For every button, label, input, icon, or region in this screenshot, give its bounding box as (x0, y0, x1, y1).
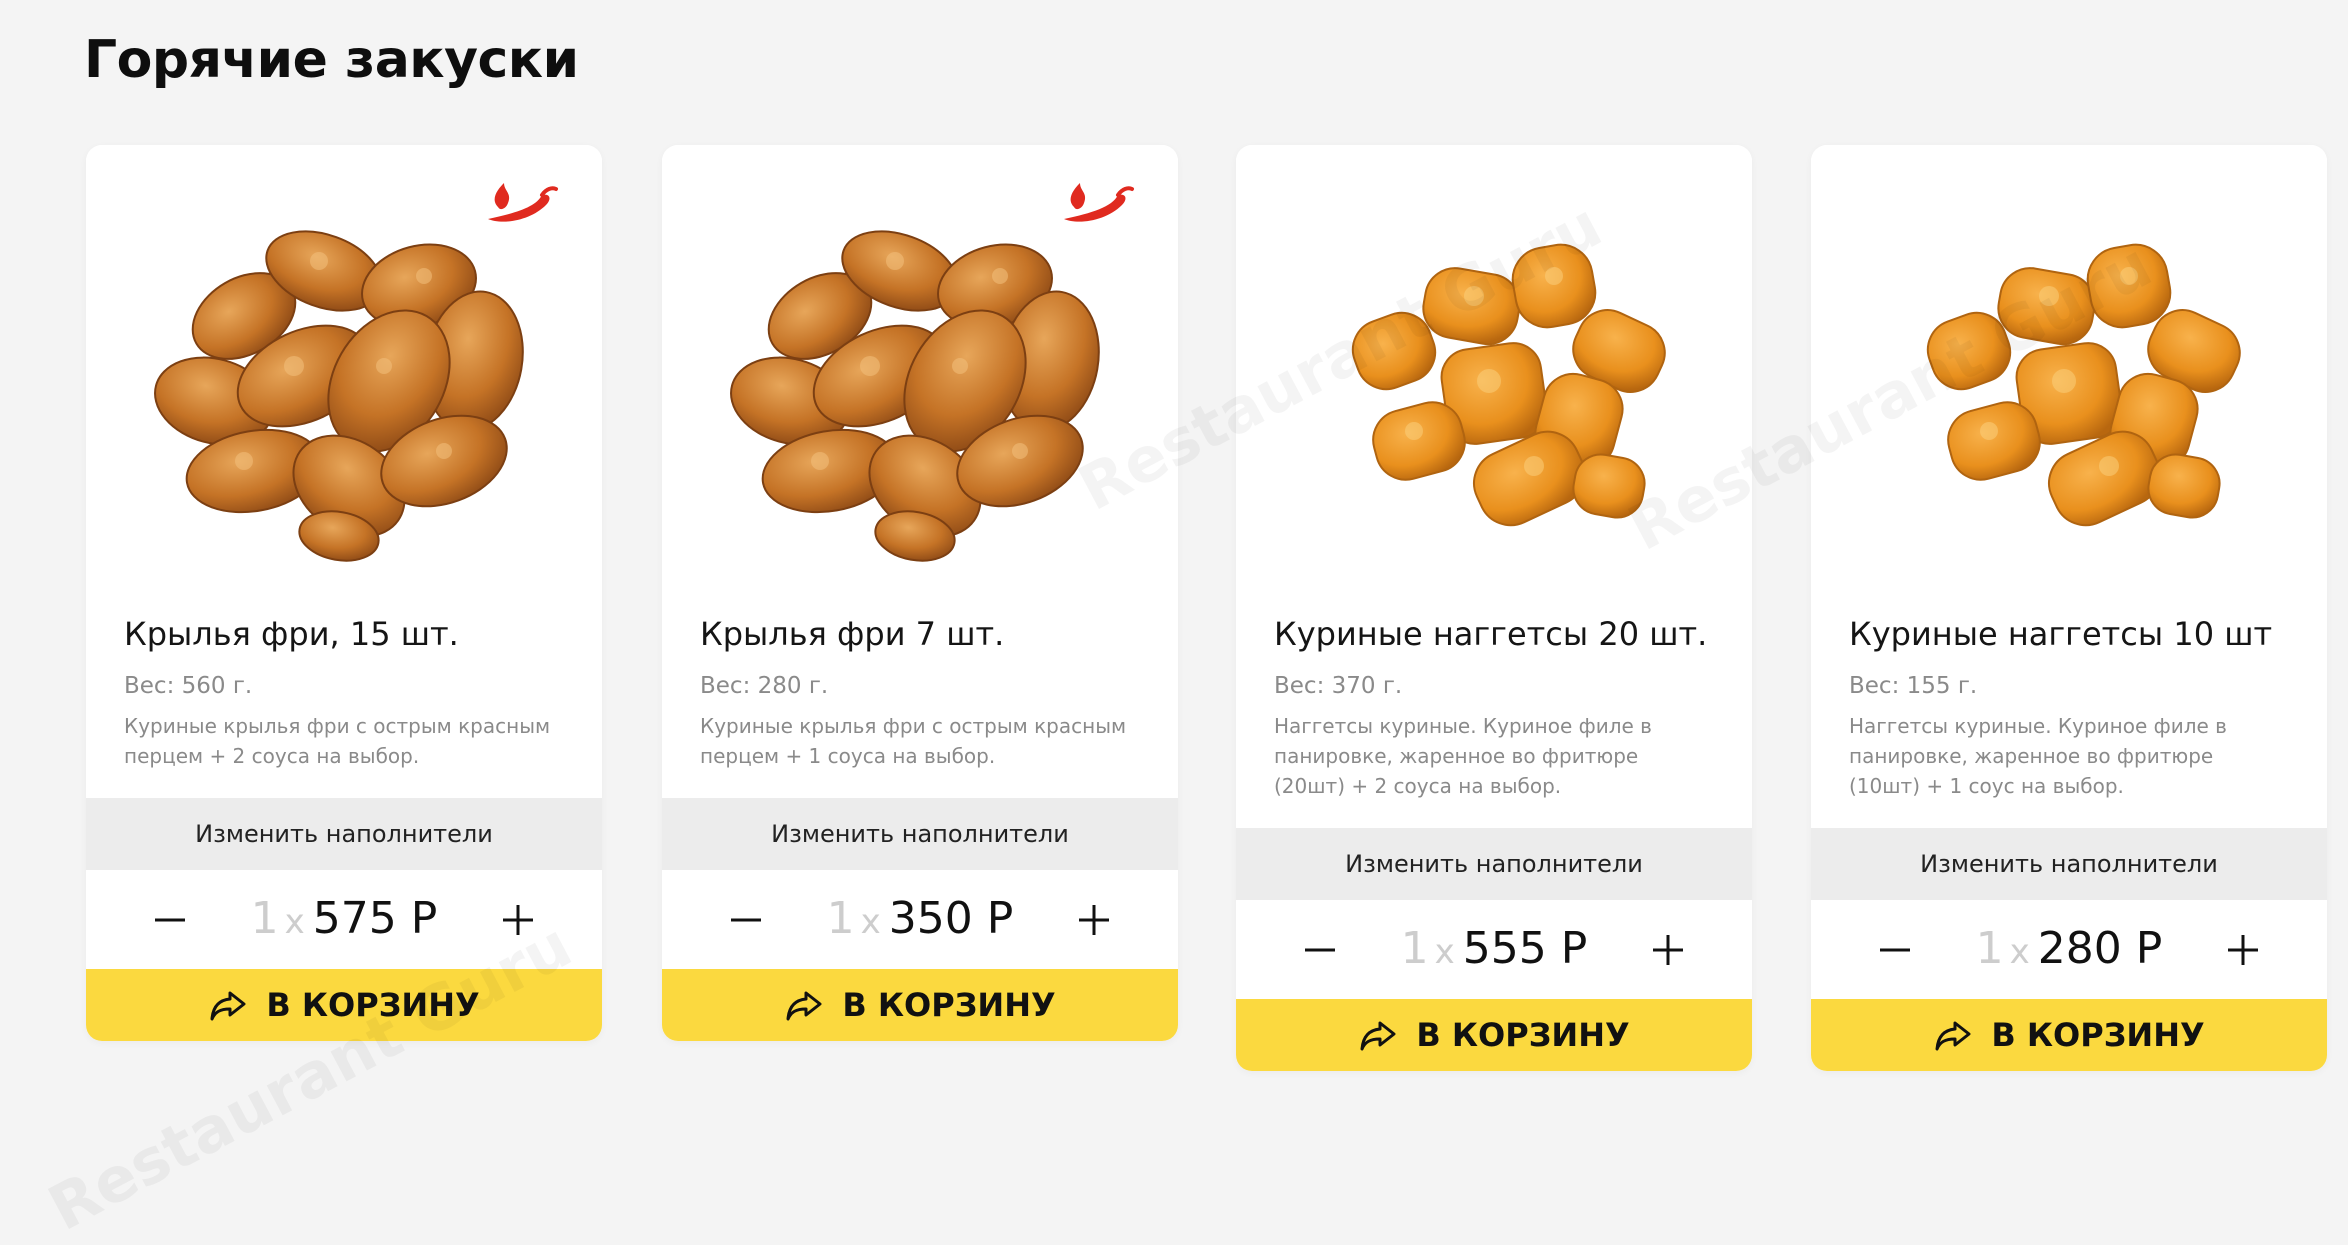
decrease-button[interactable] (716, 890, 776, 950)
product-card: Куриные наггетсы 10 шт Вес: 155 г. Нагге… (1811, 145, 2327, 1071)
spicy-pepper-icon (480, 181, 560, 229)
product-title: Куриные наггетсы 10 шт (1849, 615, 2273, 653)
spicy-pepper-icon (1056, 181, 1136, 229)
modify-fillings-button[interactable]: Изменить наполнители (1811, 828, 2327, 900)
increase-button[interactable] (2213, 920, 2273, 980)
product-card: Крылья фри, 15 шт. Вес: 560 г. Куриные к… (86, 145, 602, 1041)
share-arrow-icon (784, 985, 824, 1025)
product-card: Куриные наггетсы 20 шт. Вес: 370 г. Нагг… (1236, 145, 1752, 1071)
plus-icon (503, 905, 533, 935)
add-to-cart-label: В КОРЗИНУ (842, 986, 1056, 1024)
product-image[interactable] (86, 145, 602, 597)
plus-icon (1653, 935, 1683, 965)
product-price: 350 Р (888, 892, 1014, 944)
product-weight: Вес: 280 г. (700, 673, 829, 699)
increase-button[interactable] (1638, 920, 1698, 980)
minus-icon (1880, 948, 1910, 952)
quantity-value: 1 (826, 892, 855, 944)
product-description: Куриные крылья фри с острым красным перц… (124, 714, 551, 768)
times-sign: x (860, 901, 881, 942)
product-description: Наггетсы куриные. Куриное филе в паниров… (1274, 714, 1652, 798)
plus-icon (1079, 905, 1109, 935)
chicken-wings-icon (710, 176, 1130, 566)
minus-icon (1305, 948, 1335, 952)
decrease-button[interactable] (1290, 920, 1350, 980)
chicken-wings-icon (134, 176, 554, 566)
quantity-value: 1 (250, 892, 279, 944)
modify-fillings-button[interactable]: Изменить наполнители (662, 798, 1178, 870)
product-card: Крылья фри 7 шт. Вес: 280 г. Куриные кры… (662, 145, 1178, 1041)
product-title: Куриные наггетсы 20 шт. (1274, 615, 1708, 653)
product-weight: Вес: 155 г. (1849, 673, 1978, 699)
add-to-cart-button[interactable]: В КОРЗИНУ (86, 969, 602, 1041)
share-arrow-icon (1933, 1015, 1973, 1055)
add-to-cart-button[interactable]: В КОРЗИНУ (662, 969, 1178, 1041)
quantity-stepper: 1 x 350 Р (662, 870, 1178, 970)
product-description: Наггетсы куриные. Куриное филе в паниров… (1849, 714, 2227, 798)
add-to-cart-label: В КОРЗИНУ (1416, 1016, 1630, 1054)
section-title: Горячие закуски (84, 30, 579, 90)
product-image[interactable] (662, 145, 1178, 597)
plus-icon (2228, 935, 2258, 965)
chicken-nuggets-icon (1284, 176, 1704, 566)
quantity-value: 1 (1400, 922, 1429, 974)
add-to-cart-label: В КОРЗИНУ (1991, 1016, 2205, 1054)
modify-fillings-button[interactable]: Изменить наполнители (1236, 828, 1752, 900)
quantity-value: 1 (1975, 922, 2004, 974)
product-image[interactable] (1811, 145, 2327, 597)
product-description: Куриные крылья фри с острым красным перц… (700, 714, 1127, 768)
add-to-cart-label: В КОРЗИНУ (266, 986, 480, 1024)
times-sign: x (1434, 931, 1455, 972)
quantity-stepper: 1 x 280 Р (1811, 900, 2327, 1000)
quantity-stepper: 1 x 555 Р (1236, 900, 1752, 1000)
add-to-cart-button[interactable]: В КОРЗИНУ (1811, 999, 2327, 1071)
product-price: 280 Р (2037, 922, 2163, 974)
decrease-button[interactable] (140, 890, 200, 950)
minus-icon (155, 918, 185, 922)
times-sign: x (284, 901, 305, 942)
minus-icon (731, 918, 761, 922)
share-arrow-icon (208, 985, 248, 1025)
product-title: Крылья фри 7 шт. (700, 615, 1005, 653)
product-price: 555 Р (1462, 922, 1588, 974)
product-title: Крылья фри, 15 шт. (124, 615, 459, 653)
increase-button[interactable] (1064, 890, 1124, 950)
decrease-button[interactable] (1865, 920, 1925, 980)
share-arrow-icon (1358, 1015, 1398, 1055)
product-weight: Вес: 370 г. (1274, 673, 1403, 699)
add-to-cart-button[interactable]: В КОРЗИНУ (1236, 999, 1752, 1071)
chicken-nuggets-icon (1859, 176, 2279, 566)
increase-button[interactable] (488, 890, 548, 950)
quantity-stepper: 1 x 575 Р (86, 870, 602, 970)
times-sign: x (2009, 931, 2030, 972)
product-image[interactable] (1236, 145, 1752, 597)
product-price: 575 Р (312, 892, 438, 944)
product-weight: Вес: 560 г. (124, 673, 253, 699)
modify-fillings-button[interactable]: Изменить наполнители (86, 798, 602, 870)
